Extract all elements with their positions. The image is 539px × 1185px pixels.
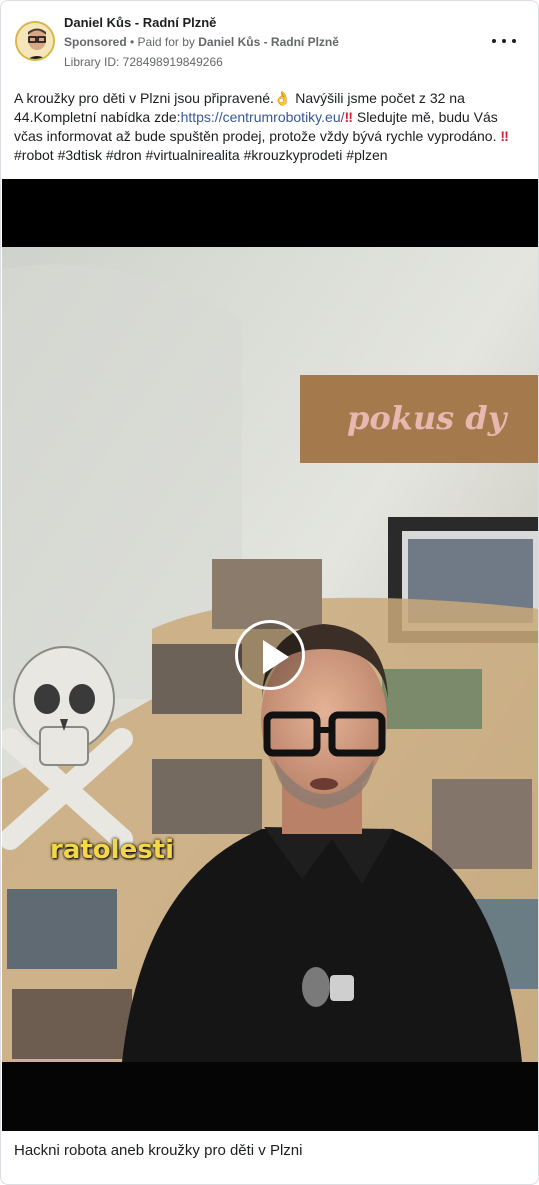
sponsored-label: Sponsored: [64, 35, 127, 49]
link-title[interactable]: Hackni robota aneb kroužky pro děti v Pl…: [14, 1142, 302, 1159]
library-id: Library ID: 728498919849266: [64, 55, 223, 69]
sponsored-line: Sponsored • Paid for by Daniel Kůs - Rad…: [64, 35, 339, 49]
advertiser-name[interactable]: Daniel Kůs - Radní Plzně: [64, 15, 216, 30]
paid-for-name[interactable]: Daniel Kůs - Radní Plzně: [198, 35, 339, 49]
hashtags[interactable]: #robot #3dtisk #dron #virtualnirealita #…: [14, 147, 388, 163]
more-dot-icon: [512, 39, 516, 43]
more-options-button[interactable]: [492, 31, 516, 51]
double-exclamation-icon: ‼: [500, 128, 509, 144]
video-subtitle: ratolesti: [50, 835, 175, 865]
website-link[interactable]: https://centrumrobotiky.eu/: [181, 109, 345, 125]
play-button[interactable]: [235, 620, 305, 690]
ad-card: Daniel Kůs - Radní Plzně Sponsored • Pai…: [0, 0, 539, 1185]
video-player[interactable]: pokus dy ratolesti: [2, 179, 538, 1131]
ok-hand-emoji-icon: 👌: [273, 90, 292, 106]
svg-text:pokus dy: pokus dy: [347, 399, 509, 437]
more-dot-icon: [502, 39, 506, 43]
double-exclamation-icon: ‼: [344, 109, 353, 125]
paid-for-prefix: Paid for by: [137, 35, 199, 49]
advertiser-avatar[interactable]: [15, 21, 55, 61]
play-icon: [263, 640, 289, 674]
more-dot-icon: [492, 39, 496, 43]
post-text-part: A kroužky pro děti v Plzni jsou připrave…: [14, 90, 274, 106]
meta-separator: •: [126, 35, 138, 49]
post-text: A kroužky pro děti v Plzni jsou připrave…: [14, 89, 526, 165]
ad-header: Daniel Kůs - Radní Plzně Sponsored • Pai…: [1, 1, 538, 81]
